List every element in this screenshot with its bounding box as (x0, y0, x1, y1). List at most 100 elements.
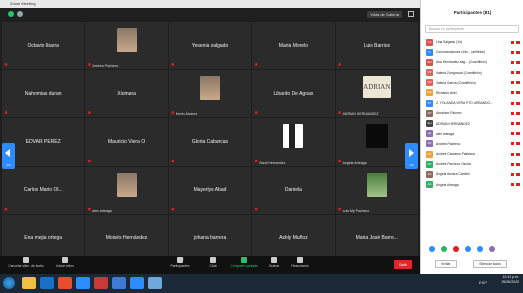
video-tile[interactable]: Nahomias duran (2, 70, 85, 118)
record-button[interactable]: Grabar (266, 257, 282, 268)
participant-row[interactable]: AH Ana Hernández sag... (Coanfitrión) (421, 57, 523, 67)
participant-photo (366, 172, 387, 197)
video-tile[interactable]: Carlos Mario Ol... (2, 166, 85, 214)
participant-row[interactable]: LS Lina Salgado (Yo) (421, 37, 523, 47)
no-icon[interactable] (453, 246, 459, 252)
app-icon-4[interactable] (148, 277, 162, 289)
zoom-icon[interactable] (76, 277, 90, 289)
participant-row[interactable]: AH ADRIAN HERNÁNDEZ (421, 119, 523, 129)
invite-button[interactable]: Invitar (435, 260, 457, 268)
clock-date: 25/06/2020 (501, 280, 519, 284)
shield-icon[interactable] (8, 11, 14, 17)
video-tile[interactable]: Daniela (252, 166, 335, 214)
participant-row[interactable]: ZY Z. YOLANDA VERA PTO URBANDO... (421, 98, 523, 108)
panel-buttons: Invitar Silenciar todos (421, 260, 523, 269)
chat-button[interactable]: Chat (205, 257, 221, 268)
muted-mic-icon (254, 63, 258, 66)
share-screen-button[interactable]: Compartir pantalla (226, 257, 262, 268)
browser-icon[interactable] (40, 277, 54, 289)
participant-photo (116, 172, 137, 197)
video-tile[interactable]: Maria José Barre... (335, 214, 418, 262)
mute-button[interactable]: Cancelar silen. de áudio (6, 257, 46, 268)
window-title: Zoom Meeting (10, 1, 36, 6)
tile-name: Nahomias duran (24, 90, 62, 97)
participant-row[interactable]: AA Angela Arteaga (421, 180, 523, 190)
media-icon[interactable] (58, 277, 72, 289)
video-tile[interactable]: Sarai Hernandez (252, 118, 335, 166)
participant-row[interactable]: AP Andrea Pacheco (421, 139, 523, 149)
video-tile[interactable]: alex arteaga (85, 166, 168, 214)
participant-row[interactable]: RA Richardo Ariel (421, 88, 523, 98)
video-off-icon (516, 172, 520, 176)
video-tile[interactable]: Kevin Álvarez (168, 70, 252, 118)
participant-name: Abraham Palomo (436, 111, 462, 116)
video-tile[interactable]: Ena mejia ortega (2, 214, 85, 262)
previous-page-button[interactable]: 1/4 (2, 143, 15, 169)
avatar: aa (426, 130, 433, 138)
video-tile[interactable]: Libardo De Agoas (252, 70, 335, 118)
video-tile[interactable]: Mauricio Viera O (85, 118, 168, 166)
avatar: RA (426, 89, 433, 97)
reactions-button[interactable]: Reacciones (288, 257, 312, 268)
app-icon-3[interactable] (130, 277, 144, 289)
video-tile[interactable]: Octavio Ibarra (2, 22, 85, 70)
muted-mic-icon (511, 132, 514, 136)
video-tile[interactable]: Yesenia salgado (168, 22, 252, 70)
mute-label: Cancelar silen. de áudio (8, 264, 44, 268)
tile-label: Andrea Pacheco (92, 64, 119, 69)
yes-icon[interactable] (441, 246, 447, 252)
muted-mic-icon (511, 71, 514, 75)
participant-row[interactable]: AP Abraham Palomo (421, 108, 523, 118)
leave-button[interactable]: Salir (394, 260, 412, 269)
gallery-view-button[interactable]: Vista de Galería (367, 11, 402, 18)
more-icon[interactable] (489, 246, 495, 252)
participant-search-input[interactable]: Buscar un participante (425, 25, 519, 33)
video-button[interactable]: Iniciar vídeo (52, 257, 78, 268)
video-tile[interactable]: ADRIAN ADRIAN HERNANDEZ (335, 70, 418, 118)
faster-icon[interactable] (477, 246, 483, 252)
clock[interactable]: 12:41 p.m. 25/06/2020 (501, 275, 519, 285)
participant-row[interactable]: AP Andrés Pacheco Osuda (421, 159, 523, 169)
video-tile[interactable]: Xiomara (85, 70, 168, 118)
next-page-button[interactable]: 1/4 (405, 143, 418, 169)
mute-all-button[interactable]: Silenciar todos (473, 260, 507, 268)
video-tile[interactable]: Luis Barrios (335, 22, 418, 70)
participant-row[interactable]: aa alex arteaga (421, 129, 523, 139)
participant-row[interactable]: AA Ángela Aevara Cardeni (421, 169, 523, 179)
info-icon[interactable] (17, 11, 23, 17)
video-gallery: Octavio Ibarra Andrea Pacheco Yesenia salg… (0, 21, 420, 263)
app-icon-2[interactable] (112, 277, 126, 289)
video-tile[interactable]: Luis My Pacheco (335, 166, 418, 214)
video-tile[interactable]: Andrea Pacheco (85, 22, 168, 70)
video-off-icon (516, 60, 520, 64)
record-label: Grabar (268, 264, 280, 268)
microphone-icon (23, 257, 29, 263)
app-icon[interactable] (94, 277, 108, 289)
muted-mic-icon (511, 152, 514, 156)
raise-hand-icon[interactable] (429, 246, 435, 252)
fullscreen-icon[interactable] (408, 11, 414, 17)
tray-lang[interactable]: ESP (479, 280, 487, 285)
avatar: VG (426, 79, 433, 87)
video-off-icon (516, 71, 520, 75)
file-explorer-icon[interactable] (22, 277, 36, 289)
slower-icon[interactable] (465, 246, 471, 252)
start-icon[interactable] (3, 277, 15, 289)
video-tile[interactable]: Ashly Muñoz (252, 214, 335, 262)
video-tile[interactable]: Maria Morelo (252, 22, 335, 70)
muted-mic-icon (511, 122, 514, 125)
participant-row[interactable]: AC Andrés Cárcamo Pastrana (421, 149, 523, 159)
participant-name: Valeria Garcia (Coanfitrión) (436, 80, 476, 85)
zoom-meeting-window: Vista de Galería Octavio Ibarra Andrea Pa… (0, 8, 420, 264)
video-tile[interactable]: johana barrera (168, 214, 252, 262)
participant-row[interactable]: C Comunicaciones Univ... (anfitrión) (421, 47, 523, 57)
arrow-left-icon (5, 149, 10, 157)
video-tile[interactable]: Mayerlys Abad (168, 166, 252, 214)
participant-row[interactable]: VG Valeria Garcia (Coanfitrión) (421, 78, 523, 88)
video-tile[interactable]: Gloria Cabarcas (168, 118, 252, 166)
muted-mic-icon (254, 111, 258, 114)
video-tile[interactable]: Moisés Hernández (85, 214, 168, 262)
participant-row[interactable]: VZ Valeria Zorrgoncal (Coanfitrión) (421, 68, 523, 78)
participant-name: Valeria Zorrgoncal (Coanfitrión) (436, 70, 482, 75)
muted-mic-icon (338, 207, 341, 211)
